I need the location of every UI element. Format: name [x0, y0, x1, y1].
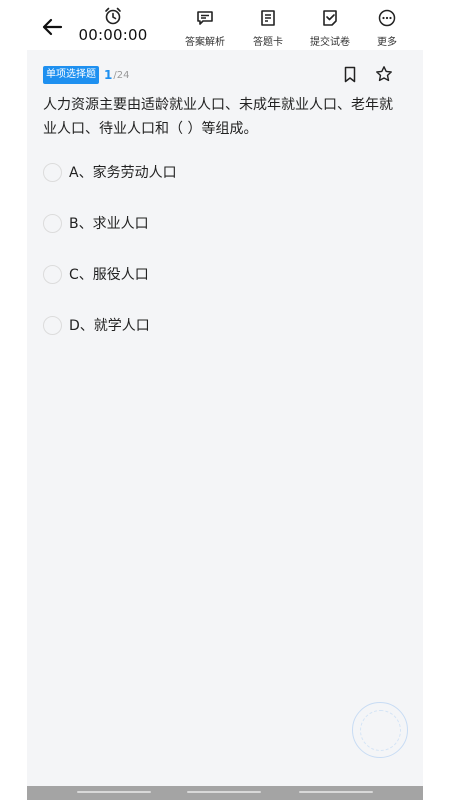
nav-bar-indicator	[77, 791, 151, 793]
answer-analysis-label: 答案解析	[185, 37, 225, 48]
watermark-seal	[352, 702, 408, 758]
bookmark-icon[interactable]	[341, 65, 359, 83]
question-total: /24	[113, 69, 130, 81]
alarm-clock-icon	[78, 6, 148, 26]
more-button[interactable]: 更多	[359, 8, 415, 48]
nav-bar-indicator	[299, 791, 373, 793]
question-panel: 单项选择题 1 /24 人力资源主要由适龄就业人口、未成年就业人口、老年就业人口…	[27, 50, 423, 786]
option-c[interactable]: C、服役人口	[43, 262, 383, 286]
system-nav-bar	[27, 786, 423, 800]
answer-analysis-button[interactable]: 答案解析	[177, 8, 233, 48]
option-b-label: B、求业人口	[69, 216, 149, 232]
more-dots-icon	[359, 8, 415, 28]
back-arrow-icon[interactable]	[38, 14, 66, 40]
question-tools	[341, 65, 393, 83]
submit-exam-label: 提交试卷	[310, 37, 350, 48]
option-b[interactable]: B、求业人口	[43, 211, 383, 235]
exam-timer: 00:00:00	[78, 6, 148, 44]
timer-text: 00:00:00	[78, 26, 148, 44]
option-c-label: C、服役人口	[69, 267, 149, 283]
nav-bar-indicator	[187, 791, 261, 793]
option-d-label: D、就学人口	[69, 318, 150, 334]
top-toolbar: 00:00:00 答案解析 答题卡 提交试卷 更多	[0, 0, 450, 50]
radio-circle-icon[interactable]	[43, 213, 62, 233]
radio-circle-icon[interactable]	[43, 315, 62, 335]
question-header: 单项选择题 1 /24	[43, 66, 129, 84]
submit-check-icon	[302, 8, 358, 28]
question-type-badge: 单项选择题	[43, 66, 99, 84]
option-a-label: A、家务劳动人口	[69, 165, 177, 181]
more-label: 更多	[377, 37, 397, 48]
answer-sheet-label: 答题卡	[253, 37, 283, 48]
submit-exam-button[interactable]: 提交试卷	[302, 8, 358, 48]
radio-circle-icon[interactable]	[43, 264, 62, 284]
question-text: 人力资源主要由适龄就业人口、未成年就业人口、老年就业人口、待业人口和（ ）等组成…	[43, 97, 393, 137]
favorite-star-icon[interactable]	[375, 65, 393, 83]
answer-sheet-icon	[240, 8, 296, 28]
answer-sheet-button[interactable]: 答题卡	[240, 8, 296, 48]
comment-icon	[177, 8, 233, 28]
option-d[interactable]: D、就学人口	[43, 313, 383, 337]
question-index: 1	[104, 68, 113, 82]
option-a[interactable]: A、家务劳动人口	[43, 160, 383, 184]
radio-circle-icon[interactable]	[43, 162, 62, 182]
